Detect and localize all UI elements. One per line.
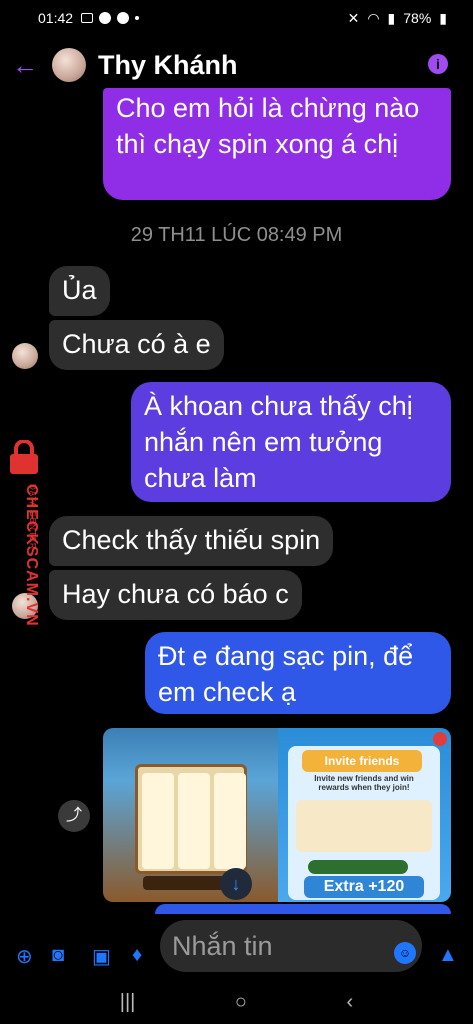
recent-apps-icon[interactable]: ||| <box>120 991 136 1014</box>
contact-avatar-small[interactable] <box>12 343 38 369</box>
contact-name[interactable]: Thy Khánh <box>98 50 238 81</box>
back-arrow-icon[interactable]: ← <box>12 50 52 81</box>
extra-reward: Extra +120 <box>304 876 424 898</box>
message-bubble-outgoing[interactable]: À khoan chưa thấy chị nhắn nên em tưởng … <box>131 382 451 502</box>
battery-icon: ▮ <box>439 9 447 26</box>
signal-icon: ▮ <box>387 9 396 26</box>
info-icon[interactable]: i <box>428 54 448 74</box>
system-icons: ✕ ◠ ▮ 78% ▮ <box>348 10 447 27</box>
message-bubble-incoming[interactable]: Chưa có à e <box>49 320 224 370</box>
chat-header: ← Thy Khánh i <box>0 40 473 90</box>
emoji-icon[interactable]: ☺ <box>394 942 416 964</box>
scroll-down-icon[interactable]: ↓ <box>220 868 252 900</box>
message-input[interactable]: Nhắn tin <box>160 920 422 972</box>
lock-watermark-icon <box>10 440 38 474</box>
status-bar: 01:42 ✕ ◠ ▮ 78% ▮ <box>0 0 473 36</box>
slot-machine-image <box>135 764 247 874</box>
invite-progress <box>308 860 408 874</box>
game-screenshot-slot[interactable] <box>103 728 278 902</box>
message-bubble-incoming[interactable]: Ủa <box>49 266 110 316</box>
message-text: Cho em hỏi là chừng nào thì chạy spin xo… <box>116 93 420 159</box>
message-text: Hay chưa có báo c <box>62 579 289 609</box>
more-notifications-icon <box>135 16 140 20</box>
gallery-notification-icon <box>81 13 94 23</box>
reward-items <box>296 800 432 852</box>
message-bubble-outgoing[interactable]: Cho em hỏi là chừng nào thì chạy spin xo… <box>103 88 451 200</box>
message-text: Chưa có à e <box>62 329 211 359</box>
camera-icon[interactable]: ◙ <box>52 944 64 967</box>
message-timestamp: 29 TH11 LÚC 08:49 PM <box>130 224 343 246</box>
watermark-subtext: DATA CENTER <box>28 484 37 550</box>
battery-text: 78% <box>403 10 432 26</box>
message-text: Ủa <box>62 275 97 305</box>
message-text: Đt e đang sạc pin, để em check ạ <box>158 641 414 707</box>
message-bubble-outgoing[interactable]: Đt e đang sạc pin, để em check ạ <box>145 632 451 714</box>
microphone-icon[interactable]: ♦ <box>132 944 142 967</box>
share-icon[interactable]: ⤴ <box>58 800 90 832</box>
messenger-notification-icon <box>99 12 112 24</box>
home-icon[interactable]: ○ <box>235 991 247 1014</box>
wifi-icon: ◠ <box>367 9 380 26</box>
notification-icons <box>81 12 140 24</box>
like-thumb-icon[interactable]: ▲ <box>438 944 458 967</box>
back-icon[interactable]: ‹ <box>347 991 354 1014</box>
invite-text: Invite new friends and win rewards when … <box>314 774 414 792</box>
invite-title: Invite friends <box>302 750 422 772</box>
gallery-icon[interactable]: ▣ <box>92 944 111 969</box>
contact-avatar[interactable] <box>52 48 86 82</box>
message-bubble-incoming[interactable]: Hay chưa có báo c <box>49 570 302 620</box>
invite-card: Invite friends Invite new friends and wi… <box>288 746 440 900</box>
message-composer: ⊕ ◙ ▣ ♦ Nhắn tin ☺ ▲ <box>0 918 473 978</box>
image-attachment[interactable]: Invite friends Invite new friends and wi… <box>103 728 451 902</box>
mute-icon: ✕ <box>347 9 360 26</box>
message-text: Check thấy thiếu spin <box>62 525 321 555</box>
message-bubble-outgoing-partial[interactable] <box>155 904 451 914</box>
plus-icon[interactable]: ⊕ <box>16 944 33 969</box>
message-text: À khoan chưa thấy chị nhắn nên em tưởng … <box>144 391 413 493</box>
close-icon <box>433 732 447 746</box>
game-screenshot-invite[interactable]: Invite friends Invite new friends and wi… <box>278 728 451 902</box>
status-time: 01:42 <box>38 10 74 26</box>
message-bubble-incoming[interactable]: Check thấy thiếu spin <box>49 516 334 566</box>
system-nav-bar: ||| ○ ‹ <box>0 980 473 1024</box>
messenger-notification-icon-2 <box>117 12 130 24</box>
